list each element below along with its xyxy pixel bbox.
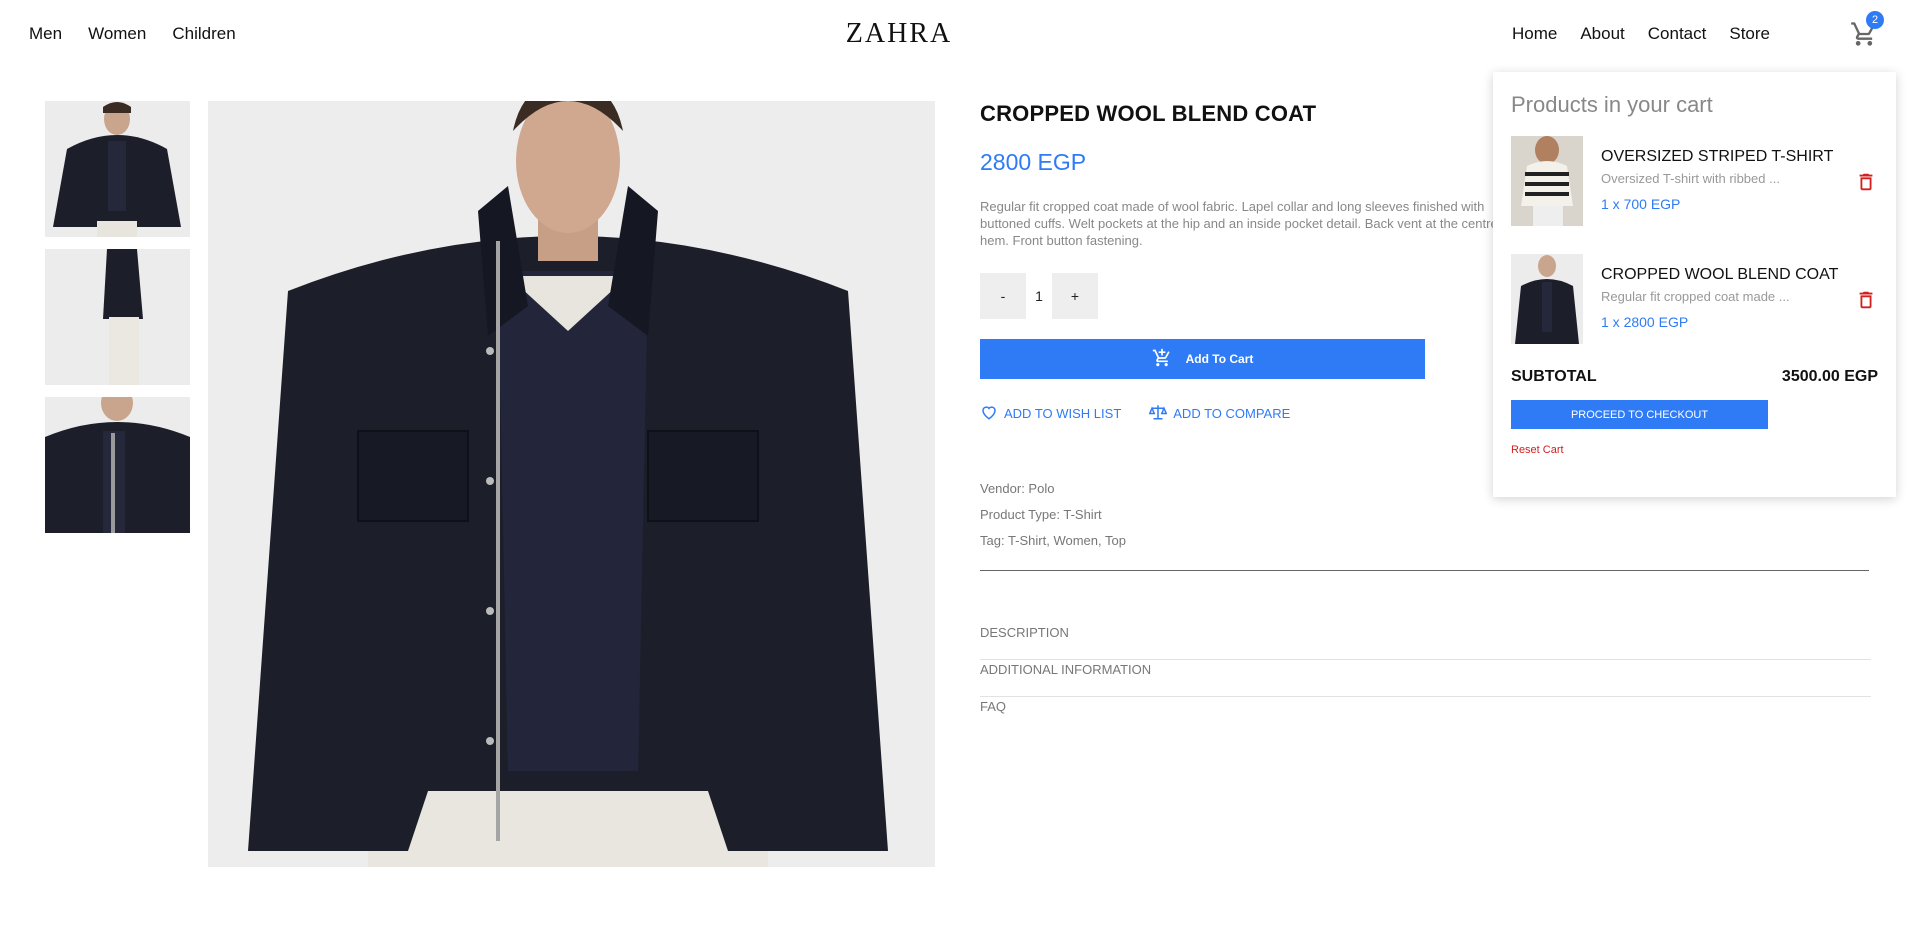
add-to-compare-label: ADD TO COMPARE xyxy=(1173,406,1291,421)
cart-item-name[interactable]: CROPPED WOOL BLEND COAT xyxy=(1601,266,1838,284)
add-to-wishlist-link[interactable]: ADD TO WISH LIST xyxy=(980,403,1121,424)
scale-icon xyxy=(1148,403,1168,424)
cart-title: Products in your cart xyxy=(1511,92,1713,117)
add-to-compare-link[interactable]: ADD TO COMPARE xyxy=(1148,403,1291,424)
thumbnail-detail[interactable] xyxy=(45,397,190,533)
accordion-description[interactable]: DESCRIPTION xyxy=(980,623,1871,660)
subtotal-value: 3500.00 EGP xyxy=(1781,368,1878,385)
reset-cart-link[interactable]: Reset Cart xyxy=(1511,444,1878,456)
accordion-faq[interactable]: FAQ xyxy=(980,697,1871,734)
product-description: Regular fit cropped coat made of wool fa… xyxy=(980,199,1498,248)
quantity-value: 1 xyxy=(1035,288,1043,304)
trash-icon[interactable] xyxy=(1855,288,1877,312)
nav-link-contact[interactable]: Contact xyxy=(1648,24,1707,44)
thumbnail-front[interactable] xyxy=(45,101,190,237)
cart-item-quantity: 1 x 2800 EGP xyxy=(1601,314,1689,330)
tag-info: Tag: T-Shirt, Women, Top xyxy=(980,533,1126,548)
product-type-info: Product Type: T-Shirt xyxy=(980,507,1102,522)
cart-item: OVERSIZED STRIPED T-SHIRT Oversized T-sh… xyxy=(1511,136,1878,254)
add-to-cart-button[interactable]: Add To Cart xyxy=(980,339,1425,379)
add-to-cart-icon xyxy=(1152,348,1172,371)
nav-link-store[interactable]: Store xyxy=(1729,24,1770,44)
thumbnail-gallery xyxy=(45,101,190,545)
cart-item-name[interactable]: OVERSIZED STRIPED T-SHIRT xyxy=(1601,148,1833,166)
cart-subtotal: SUBTOTAL 3500.00 EGP xyxy=(1511,368,1878,396)
cart-count-badge: 2 xyxy=(1866,11,1884,29)
decrease-quantity-button[interactable]: - xyxy=(980,273,1026,319)
section-divider xyxy=(980,570,1869,571)
heart-icon xyxy=(980,403,998,424)
increase-quantity-button[interactable]: + xyxy=(1052,273,1098,319)
site-header: Men Women Children ZAHRA Home About Cont… xyxy=(0,0,1908,70)
main-nav: Home About Contact Store xyxy=(1512,24,1770,44)
cart-item-image[interactable] xyxy=(1511,254,1583,344)
accordion-additional-information[interactable]: ADDITIONAL INFORMATION xyxy=(980,660,1871,697)
thumbnail-side[interactable] xyxy=(45,249,190,385)
subtotal-label: SUBTOTAL xyxy=(1511,368,1597,385)
product-accordion: DESCRIPTION ADDITIONAL INFORMATION FAQ xyxy=(980,623,1871,734)
nav-link-about[interactable]: About xyxy=(1580,24,1624,44)
cart-item-description: Regular fit cropped coat made ... xyxy=(1601,289,1790,304)
main-product-image[interactable] xyxy=(208,101,935,867)
cart-item-image[interactable] xyxy=(1511,136,1583,226)
nav-link-home[interactable]: Home xyxy=(1512,24,1557,44)
cart-item: CROPPED WOOL BLEND COAT Regular fit crop… xyxy=(1511,254,1878,372)
proceed-to-checkout-button[interactable]: PROCEED TO CHECKOUT xyxy=(1511,400,1768,429)
add-to-cart-label: Add To Cart xyxy=(1185,352,1254,366)
add-to-wishlist-label: ADD TO WISH LIST xyxy=(1004,406,1122,421)
cart-item-description: Oversized T-shirt with ribbed ... xyxy=(1601,171,1780,186)
cart-dropdown: Products in your cart OVERSIZED STRIPED … xyxy=(1493,72,1896,497)
trash-icon[interactable] xyxy=(1855,170,1877,194)
cart-item-quantity: 1 x 700 EGP xyxy=(1601,196,1681,212)
